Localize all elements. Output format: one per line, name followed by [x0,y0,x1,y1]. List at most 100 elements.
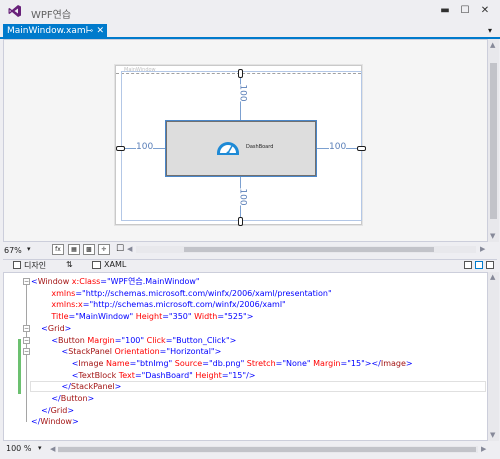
code-line[interactable]: xmlns="http://schemas.microsoft.com/winf… [31,288,332,299]
code-line[interactable]: <Grid> [31,323,71,334]
collapse-pane-icon[interactable] [486,261,494,269]
dashboard-button[interactable] [166,121,316,176]
code-token: "></ [361,358,381,368]
code-token: " [195,277,200,286]
visual-studio-logo-icon [8,5,21,17]
editor-horizontal-scrollbar[interactable] [58,446,478,453]
split-bar [3,259,497,271]
code-token: =" [340,358,351,368]
code-token: "/> [242,370,256,380]
bottom-resize-handle[interactable] [238,217,243,226]
scroll-left-icon[interactable]: ◀ [50,445,55,453]
code-token: btnImg [140,358,169,368]
tab-label: MainWindow.xaml [7,26,89,36]
code-token: x:Class [71,277,101,286]
code-token: xmlns:x [31,300,83,310]
vertical-split-icon[interactable] [464,261,472,269]
tab-close-icon[interactable]: ✕ [96,24,104,38]
scroll-up-icon[interactable]: ▲ [490,273,495,281]
code-token: < [31,277,38,286]
code-line[interactable]: </Button> [31,393,94,404]
pin-icon[interactable]: ⊸ [86,24,93,38]
code-token: " [327,288,332,298]
code-token: =" [275,358,287,368]
left-margin-value[interactable]: 100 [136,142,154,152]
snap-grid-icon[interactable]: ▩ [83,244,95,255]
editor-zoom-dropdown-icon[interactable]: ▾ [38,444,42,452]
tab-dropdown-icon[interactable]: ▾ [488,26,492,35]
scroll-down-icon[interactable]: ▼ [490,232,495,240]
designer-zoom-value[interactable]: 67% [4,246,22,255]
code-token: db.png [212,358,241,368]
code-token: MainWindow [78,312,130,322]
scroll-up-icon[interactable]: ▲ [490,41,495,49]
scroll-thumb[interactable] [490,63,497,219]
horizontal-split-icon[interactable] [475,261,483,269]
scroll-right-icon[interactable]: ▶ [480,245,485,253]
title-bar [0,0,500,24]
code-line[interactable]: xmlns:x="http://schemas.microsoft.com/wi… [31,299,285,310]
code-token: Image [380,358,406,368]
code-token: < [31,358,79,368]
code-token: =" [82,300,94,310]
code-token: =" [202,358,213,368]
top-resize-handle[interactable] [238,69,243,78]
editor-vertical-scrollbar[interactable]: ▲ ▼ [488,272,499,441]
designer-horizontal-scrollbar[interactable] [136,246,476,253]
left-resize-handle[interactable] [116,146,125,151]
top-margin-value[interactable]: 100 [237,84,248,102]
code-token: 15 [232,370,243,380]
code-token: WPF연습.MainWindow [110,277,196,286]
editor-zoom-value[interactable]: 100 % [6,444,31,453]
code-line[interactable]: Title="MainWindow" Height="350" Width="5… [31,311,253,322]
xaml-editor[interactable]: − <Window x:Class="WPF연습.MainWindow" xmln… [3,272,488,441]
code-line[interactable]: <Window x:Class="WPF연습.MainWindow" [31,276,200,287]
swap-panes-icon[interactable]: ⇅ [66,260,73,269]
code-token: </ [31,417,41,427]
code-line[interactable]: </Grid> [31,405,74,416]
tab-design[interactable]: 디자인 [24,260,46,271]
snap-lines-icon[interactable]: ✛ [98,244,110,255]
code-line[interactable]: <StackPanel Orientation="Horizontal"> [31,346,222,357]
minimize-icon[interactable]: ▬ [438,4,452,18]
code-token: 350 [172,312,188,322]
scroll-thumb[interactable] [58,447,476,452]
close-icon[interactable]: ✕ [478,4,492,18]
fold-toggle-icon[interactable]: − [23,324,30,332]
code-line[interactable]: <TextBlock Text="DashBoard" Height="15"/… [31,370,256,381]
designer-vertical-scrollbar[interactable]: ▲ ▼ [488,39,499,242]
maximize-icon[interactable]: ☐ [458,4,472,18]
fx-effects-button[interactable]: fx [52,244,64,255]
code-token: 15 [350,358,362,368]
code-line[interactable]: <Image Name="btnImg" Source="db.png" Str… [31,358,413,369]
scroll-down-icon[interactable]: ▼ [490,431,495,439]
tab-mainwindow-xaml[interactable]: MainWindow.xaml ⊸ ✕ [3,24,107,38]
right-margin-value[interactable]: 100 [329,142,347,152]
code-token: Margin [87,335,115,345]
code-line[interactable]: </StackPanel> [31,381,122,392]
bottom-margin-value[interactable]: 100 [237,188,248,206]
right-resize-handle[interactable] [357,146,366,151]
code-token: > [71,417,79,427]
code-token: Margin [313,358,341,368]
scroll-right-icon[interactable]: ▶ [481,445,486,453]
fold-toggle-icon[interactable]: − [23,348,30,356]
annotation-icon[interactable]: ☐ [116,244,124,254]
code-token: =" [162,312,173,322]
code-token: > [67,405,75,415]
zoom-dropdown-icon[interactable]: ▾ [27,245,31,253]
code-token: 100 [125,335,141,345]
code-token: TextBlock [78,370,119,380]
code-token: < [31,323,48,333]
fold-toggle-icon[interactable]: − [23,278,30,285]
code-line[interactable]: </Window> [31,416,79,427]
code-token: Horizontal [170,347,211,357]
tab-xaml[interactable]: XAML [104,260,126,269]
scroll-thumb[interactable] [184,247,434,252]
code-token: "> [243,312,254,322]
fold-toggle-icon[interactable]: − [23,336,30,344]
code-line[interactable]: <Button Margin="100" Click="Button_Click… [31,335,236,346]
scroll-left-icon[interactable]: ◀ [127,245,132,253]
grid-toggle-icon[interactable]: ▦ [68,244,80,255]
design-surface[interactable]: MainWindow 100 100 100 100 DashBoard [3,39,488,242]
